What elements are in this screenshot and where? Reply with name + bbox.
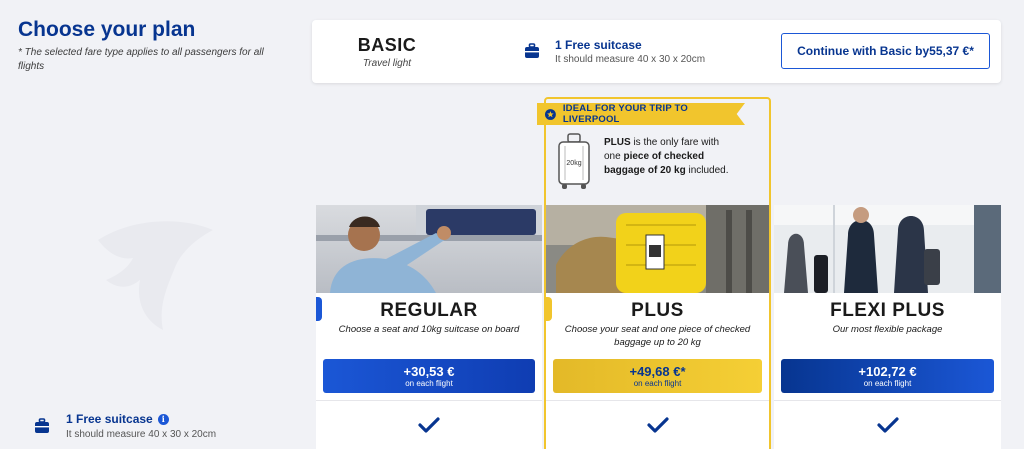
plan-name: REGULAR (380, 300, 478, 321)
plan-card-regular[interactable]: REGULAR Choose a seat and 10kg suitcase … (316, 205, 542, 449)
plan-price: +49,68 €* (629, 364, 686, 379)
plan-card-flexi-plus[interactable]: FLEXI PLUS Our most flexible package +10… (774, 205, 1001, 449)
checkmark-icon (418, 417, 440, 433)
fare-note: * The selected fare type applies to all … (18, 47, 264, 72)
plan-price: +30,53 € (403, 364, 455, 379)
plan-name: FLEXI PLUS (830, 300, 945, 321)
info-icon[interactable]: i (157, 413, 169, 425)
continue-with-basic-button[interactable]: Continue with Basic by55,37 €* (781, 33, 990, 69)
select-flexi-plus-button[interactable]: +102,72 € on each flight (781, 359, 994, 393)
page-title: Choose your plan (18, 18, 196, 41)
feature-row (774, 400, 1001, 449)
plus-description: PLUS is the only fare with one piece of … (604, 136, 734, 178)
plan-price-sub: on each flight (633, 379, 682, 388)
ribbon-text: IDEAL FOR YOUR TRIP TO LIVERPOOL (562, 103, 688, 125)
checkmark-icon (876, 417, 899, 433)
harp-logo (98, 221, 213, 330)
feature-row (316, 400, 542, 449)
plan-image-regular (316, 205, 542, 293)
bag-weight-label: 20kg (566, 160, 581, 167)
suitcase-icon (35, 418, 49, 433)
basic-feature-desc: It should measure 40 x 30 x 20cm (555, 54, 706, 65)
basic-plan-name: BASIC (357, 35, 417, 55)
recommendation-ribbon: IDEAL FOR YOUR TRIP TO LIVERPOOL (537, 103, 745, 125)
basic-plan-card: BASIC Travel light 1 Free suitcase It sh… (312, 20, 1001, 83)
feature-title: 1 Free suitcase i (66, 412, 169, 426)
plan-image-plus (546, 205, 769, 293)
checkmark-icon (646, 417, 669, 433)
plan-price: +102,72 € (858, 364, 917, 379)
plan-subtitle: Choose a seat and 10kg suitcase on board (338, 324, 520, 335)
feature-title-text: 1 Free suitcase (66, 412, 153, 426)
star-icon (545, 108, 556, 120)
basic-plan-subtitle: Travel light (362, 58, 412, 69)
plan-image-flexi-plus (774, 205, 1001, 293)
checked-bag-icon: 20kg (558, 133, 590, 189)
plan-subtitle: Our most flexible package (832, 324, 943, 335)
feature-row (546, 400, 769, 449)
select-regular-button[interactable]: +30,53 € on each flight (323, 359, 535, 393)
plan-subtitle: Choose your seat and one piece of checke… (564, 324, 751, 348)
plan-card-plus[interactable]: PLUS Choose your seat and one piece of c… (546, 205, 769, 449)
basic-feature-title: 1 Free suitcase (555, 38, 642, 52)
plus-desc-part4: included. (685, 165, 729, 176)
plan-name: PLUS (631, 300, 684, 321)
suitcase-icon (525, 43, 539, 58)
plus-desc-name: PLUS (604, 137, 631, 148)
plan-price-sub: on each flight (863, 379, 912, 388)
feature-desc: It should measure 40 x 30 x 20cm (66, 429, 217, 440)
plan-price-sub: on each flight (405, 379, 453, 388)
select-plus-button[interactable]: +49,68 €* on each flight (553, 359, 762, 393)
